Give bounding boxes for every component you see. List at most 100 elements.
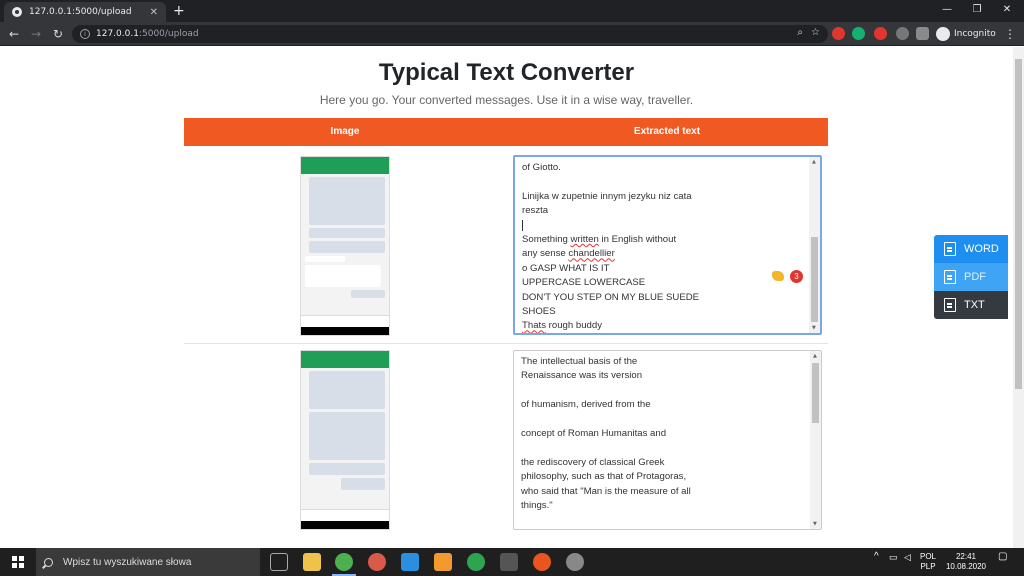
export-txt-button[interactable]: TXT — [934, 291, 1008, 319]
text-line: Linijka w zupetnie innym jezyku niz cata — [522, 190, 692, 202]
chat-input-bar — [301, 509, 389, 521]
text-line: DON'T YOU STEP ON MY BLUE SUEDE — [522, 291, 700, 303]
minimize-button[interactable]: — — [932, 2, 962, 18]
phone-nav-bar — [301, 327, 389, 335]
address-bar[interactable]: i 127.0.0.1:5000/upload ⌕ ☆ — [72, 25, 828, 43]
menu-dots-icon[interactable]: ⋮ — [1004, 26, 1016, 42]
back-arrow-icon[interactable]: ← — [6, 26, 22, 42]
scrollbar-thumb[interactable] — [812, 363, 819, 423]
app-icon[interactable] — [566, 553, 584, 571]
extension-icon[interactable] — [832, 27, 845, 40]
language-code: POL — [920, 552, 937, 561]
text-line — [521, 384, 805, 398]
notification-icon[interactable]: ▢ — [998, 552, 1007, 562]
url-host: 127.0.0.1 — [96, 29, 139, 39]
text-line: SHOES — [522, 305, 556, 317]
sublime-text-icon[interactable] — [434, 553, 452, 571]
zoom-icon[interactable]: ⌕ — [797, 27, 803, 38]
text-line: who said that "Man is the measure of all — [521, 485, 691, 497]
chat-bubble — [309, 241, 385, 253]
reload-icon[interactable]: ↻ — [50, 26, 66, 42]
page-viewport: Typical Text Converter Here you go. Your… — [0, 47, 1013, 548]
network-icon[interactable]: ▭ — [889, 552, 898, 562]
export-word-button[interactable]: WORD — [934, 235, 1008, 263]
chrome-icon[interactable] — [335, 553, 353, 571]
browser-toolbar: ← → ↻ i 127.0.0.1:5000/upload ⌕ ☆ Incogn… — [0, 22, 1024, 46]
text-line: concept of Roman Humanitas and — [521, 427, 667, 439]
extracted-text-content[interactable]: of Giotto. Linijka w zupetnie innym jezy… — [522, 161, 804, 333]
bookmark-star-icon[interactable]: ☆ — [811, 27, 820, 38]
text-line — [521, 413, 805, 427]
task-view-icon[interactable] — [270, 553, 288, 571]
word-file-icon — [944, 242, 956, 256]
chat-bubble — [309, 371, 385, 409]
text-line: of Giotto. — [522, 162, 561, 173]
shield-app-icon[interactable] — [467, 553, 485, 571]
browser-tab-strip: 127.0.0.1:5000/upload ✕ + — ❐ ✕ — [0, 0, 1024, 22]
chat-input-bar — [301, 315, 389, 327]
text-line — [522, 175, 804, 189]
file-explorer-icon[interactable] — [303, 553, 321, 571]
phone-nav-bar — [301, 521, 389, 529]
close-tab-icon[interactable]: ✕ — [150, 7, 158, 18]
grammarly-count-badge[interactable]: 3 — [790, 270, 803, 283]
grammarly-extension-icon[interactable] — [852, 27, 865, 40]
language-indicator[interactable]: POL PLP — [920, 552, 936, 572]
extension-icon[interactable] — [896, 27, 909, 40]
close-window-button[interactable]: ✕ — [992, 2, 1022, 18]
maximize-button[interactable]: ❐ — [962, 2, 992, 18]
textarea-scrollbar[interactable]: ▲ ▼ — [809, 157, 820, 333]
extension-icon[interactable] — [874, 27, 887, 40]
taskbar-search-placeholder: Wpisz tu wyszukiwane słowa — [63, 556, 192, 568]
incognito-indicator[interactable]: Incognito — [936, 26, 996, 42]
ubuntu-icon[interactable] — [533, 553, 551, 571]
page-subtitle: Here you go. Your converted messages. Us… — [319, 93, 694, 107]
extracted-text-area[interactable]: The intellectual basis of the Renaissanc… — [513, 350, 822, 530]
grammarly-hand-icon[interactable] — [772, 271, 784, 281]
pdf-file-icon — [944, 270, 956, 284]
text-line: The intellectual basis of the — [521, 356, 638, 367]
column-header-image: Image — [330, 126, 360, 137]
chat-bubble — [305, 265, 381, 287]
chat-bubble — [309, 177, 385, 225]
vscode-icon[interactable] — [401, 553, 419, 571]
text-line: Thats rough buddy — [522, 320, 603, 332]
tray-chevron-icon[interactable]: ^ — [874, 552, 879, 562]
tab-title: 127.0.0.1:5000/upload — [29, 7, 132, 17]
results-table-header: Image Extracted text — [184, 118, 828, 146]
windows-start-icon[interactable] — [12, 556, 24, 568]
column-header-extracted-text: Extracted text — [633, 126, 701, 137]
puzzle-icon[interactable] — [916, 27, 929, 40]
taskbar-search[interactable]: Wpisz tu wyszukiwane słowa — [36, 548, 260, 576]
scrollbar-thumb[interactable] — [811, 237, 818, 322]
url-path: :5000/upload — [138, 29, 199, 39]
text-line — [522, 219, 804, 233]
chat-bubble — [309, 463, 385, 475]
terminal-icon[interactable] — [500, 553, 518, 571]
textarea-scrollbar[interactable]: ▲ ▼ — [810, 351, 821, 529]
browser-tab[interactable]: 127.0.0.1:5000/upload ✕ — [4, 2, 166, 22]
clock[interactable]: 22:41 10.08.2020 — [944, 552, 988, 572]
incognito-icon — [936, 27, 950, 41]
chat-bubble — [351, 290, 385, 298]
text-caret — [522, 219, 523, 231]
text-line: Something written in English without — [522, 233, 677, 245]
extracted-text-content[interactable]: The intellectual basis of the Renaissanc… — [521, 355, 805, 513]
volume-icon[interactable]: ◁ — [904, 552, 911, 562]
text-line: things." — [521, 499, 553, 511]
extracted-text-area[interactable]: of Giotto. Linijka w zupetnie innym jezy… — [513, 155, 822, 335]
uploaded-image-thumbnail — [300, 156, 390, 336]
paint-icon[interactable] — [368, 553, 386, 571]
text-line: Renaissance was its version — [521, 370, 643, 382]
forward-arrow-icon[interactable]: → — [28, 26, 44, 42]
info-icon[interactable]: i — [80, 29, 90, 39]
new-tab-button[interactable]: + — [173, 3, 185, 19]
export-pdf-button[interactable]: PDF — [934, 263, 1008, 291]
uploaded-image-thumbnail — [300, 350, 390, 530]
page-scrollbar-thumb[interactable] — [1015, 59, 1022, 389]
clock-date: 10.08.2020 — [945, 562, 987, 571]
misspelled-word: Thats — [522, 320, 546, 332]
chat-header-bar — [301, 351, 389, 368]
page-scrollbar[interactable] — [1013, 47, 1024, 548]
windows-taskbar: Wpisz tu wyszukiwane słowa ^ ▭ ◁ POL PLP… — [0, 548, 1024, 576]
